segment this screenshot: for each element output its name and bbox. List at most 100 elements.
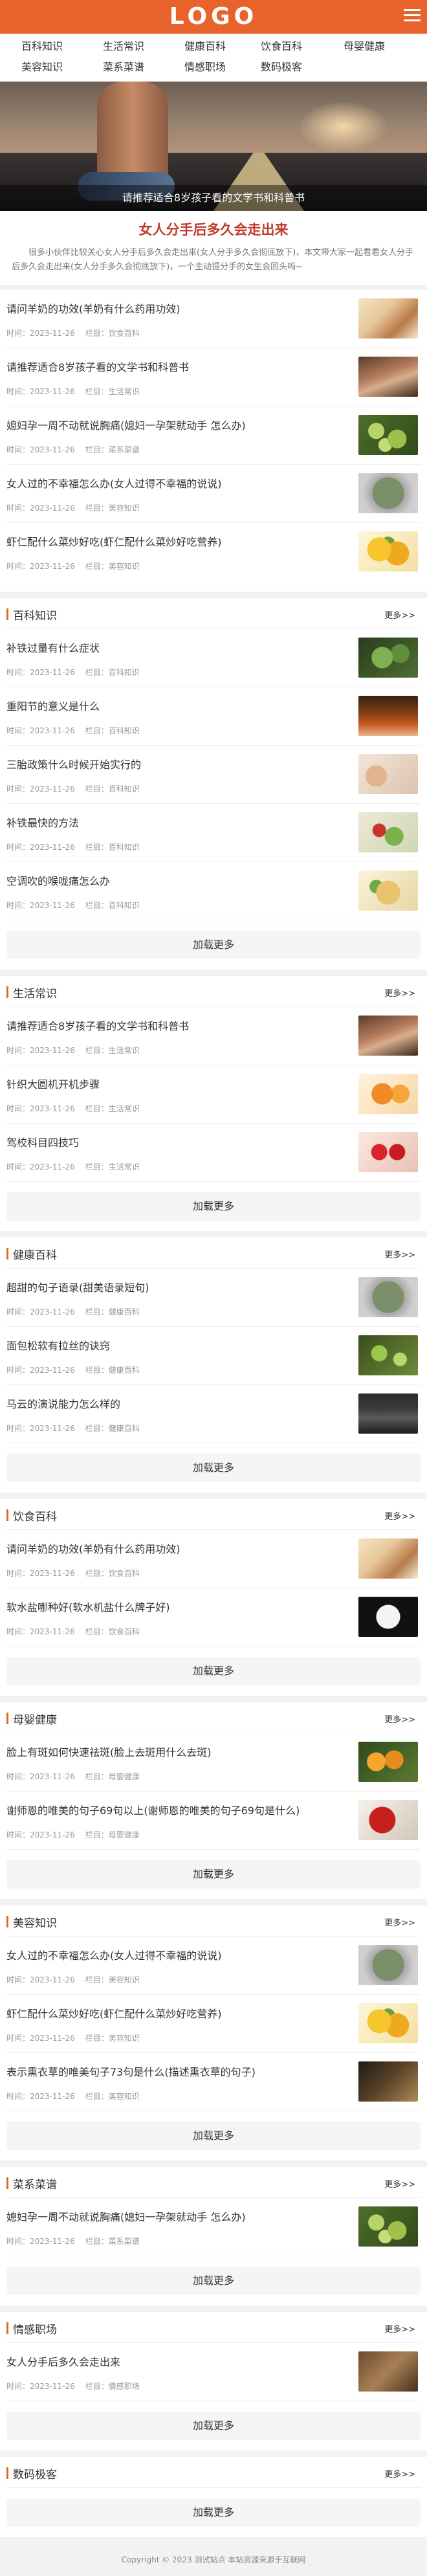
article-title[interactable]: 请推荐适合8岁孩子看的文学书和科普书 xyxy=(6,359,343,374)
list-item[interactable]: 面包松软有拉丝的诀窍 时间：2023-11-26 栏目：健康百科 xyxy=(6,1327,421,1385)
article-thumbnail[interactable] xyxy=(358,812,418,852)
nav-link[interactable]: 百科知识 xyxy=(6,38,78,53)
load-more-button[interactable]: 加载更多 xyxy=(6,1657,421,1685)
load-more-button[interactable]: 加载更多 xyxy=(6,2267,421,2295)
load-more-button[interactable]: 加载更多 xyxy=(6,1454,421,1482)
article-title[interactable]: 请问羊奶的功效(羊奶有什么药用功效) xyxy=(6,300,343,316)
article-title[interactable]: 虾仁配什么菜炒好吃(虾仁配什么菜炒好吃营养) xyxy=(6,2005,343,2021)
article-title[interactable]: 针织大圆机开机步骤 xyxy=(6,1076,343,1091)
list-item[interactable]: 补铁最快的方法 时间：2023-11-26 栏目：百科知识 xyxy=(6,804,421,862)
section-title[interactable]: 菜系菜谱 xyxy=(13,2175,57,2192)
load-more-button[interactable]: 加载更多 xyxy=(6,2122,421,2150)
article-thumbnail[interactable] xyxy=(358,531,418,572)
article-thumbnail[interactable] xyxy=(358,2061,418,2102)
article-title[interactable]: 马云的演说能力怎么样的 xyxy=(6,1395,343,1411)
article-title[interactable]: 面包松软有拉丝的诀窍 xyxy=(6,1337,343,1353)
load-more-button[interactable]: 加载更多 xyxy=(6,1860,421,1889)
list-item[interactable]: 请问羊奶的功效(羊奶有什么药用功效) 时间：2023-11-26 栏目：饮食百科 xyxy=(6,290,421,348)
list-item[interactable]: 虾仁配什么菜炒好吃(虾仁配什么菜炒好吃营养) 时间：2023-11-26 栏目：美容… xyxy=(6,1995,421,2053)
list-item[interactable]: 空调吹的喉咙痛怎么办 时间：2023-11-26 栏目：百科知识 xyxy=(6,862,421,920)
article-title[interactable]: 三胎政策什么时候开始实行的 xyxy=(6,756,343,772)
section-title[interactable]: 母婴健康 xyxy=(13,1711,57,1727)
nav-link[interactable]: 数码极客 xyxy=(246,58,317,74)
nav-link[interactable]: 生活常识 xyxy=(88,38,159,53)
article-title[interactable]: 补铁最快的方法 xyxy=(6,814,343,830)
article-title[interactable]: 媳妇孕一周不动就说胸痛(媳妇一孕架就动手 怎么办) xyxy=(6,417,343,432)
nav-link[interactable]: 情感职场 xyxy=(170,58,241,74)
section-title[interactable]: 生活常识 xyxy=(13,984,57,1001)
list-item[interactable]: 补铁过量有什么症状 时间：2023-11-26 栏目：百科知识 xyxy=(6,629,421,687)
list-item[interactable]: 软水盐哪种好(软水机盐什么牌子好) 时间：2023-11-26 栏目：饮食百科 xyxy=(6,1588,421,1647)
list-item[interactable]: 谢师恩的唯美的句子69句以上(谢师恩的唯美的句子69句是什么) 时间：2023-1… xyxy=(6,1792,421,1850)
list-item[interactable]: 驾校科目四技巧 时间：2023-11-26 栏目：生活常识 xyxy=(6,1124,421,1182)
more-link[interactable]: 更多>> xyxy=(384,1509,415,1522)
site-logo[interactable]: LOGO xyxy=(0,4,427,30)
list-item[interactable]: 三胎政策什么时候开始实行的 时间：2023-11-26 栏目：百科知识 xyxy=(6,746,421,804)
article-thumbnail[interactable] xyxy=(358,754,418,794)
section-title[interactable]: 情感职场 xyxy=(13,2320,57,2337)
more-link[interactable]: 更多>> xyxy=(384,986,415,999)
nav-link[interactable]: 母婴健康 xyxy=(329,38,400,53)
list-item[interactable]: 虾仁配什么菜炒好吃(虾仁配什么菜炒好吃营养) 时间：2023-11-26 栏目：美… xyxy=(6,523,421,581)
article-thumbnail[interactable] xyxy=(358,1074,418,1114)
article-title[interactable]: 表示熏衣草的唯美句子73句是什么(描述熏衣草的句子) xyxy=(6,2063,343,2079)
article-thumbnail[interactable] xyxy=(358,1277,418,1317)
nav-link[interactable]: 饮食百科 xyxy=(246,38,317,53)
article-thumbnail[interactable] xyxy=(358,473,418,513)
list-item[interactable]: 媳妇孕一周不动就说胸痛(媳妇一孕架就动手 怎么办) 时间：2023-11-26 栏… xyxy=(6,406,421,465)
list-item[interactable]: 请推荐适合8岁孩子看的文学书和科普书 时间：2023-11-26 栏目：生活常识 xyxy=(6,348,421,406)
article-title[interactable]: 虾仁配什么菜炒好吃(虾仁配什么菜炒好吃营养) xyxy=(6,533,343,549)
article-title[interactable]: 女人过的不幸福怎么办(女人过得不幸福的说说) xyxy=(6,1947,343,1962)
section-title[interactable]: 百科知识 xyxy=(13,606,57,623)
article-thumbnail[interactable] xyxy=(358,1742,418,1782)
article-thumbnail[interactable] xyxy=(358,357,418,397)
article-title[interactable]: 脸上有斑如何快速祛斑(脸上去斑用什么去斑) xyxy=(6,1744,343,1759)
section-title[interactable]: 健康百科 xyxy=(13,1246,57,1262)
more-link[interactable]: 更多>> xyxy=(384,1713,415,1725)
article-thumbnail[interactable] xyxy=(358,2206,418,2247)
list-item[interactable]: 女人过的不幸福怎么办(女人过得不幸福的说说) 时间：2023-11-26 栏目：美… xyxy=(6,465,421,523)
more-link[interactable]: 更多>> xyxy=(384,2467,415,2480)
more-link[interactable]: 更多>> xyxy=(384,2322,415,2335)
article-title[interactable]: 驾校科目四技巧 xyxy=(6,1134,343,1149)
article-thumbnail[interactable] xyxy=(358,1335,418,1375)
article-title[interactable]: 重阳节的意义是什么 xyxy=(6,698,343,713)
list-item[interactable]: 超甜的句子语录(甜美语录短句) 时间：2023-11-26 栏目：健康百科 xyxy=(6,1269,421,1327)
article-thumbnail[interactable] xyxy=(358,1597,418,1637)
load-more-button[interactable]: 加载更多 xyxy=(6,931,421,959)
article-thumbnail[interactable] xyxy=(358,415,418,455)
nav-link[interactable]: 健康百科 xyxy=(170,38,241,53)
more-link[interactable]: 更多>> xyxy=(384,1916,415,1928)
article-thumbnail[interactable] xyxy=(358,1016,418,1056)
article-title[interactable]: 谢师恩的唯美的句子69句以上(谢师恩的唯美的句子69句是什么) xyxy=(6,1802,343,1817)
article-thumbnail[interactable] xyxy=(358,1945,418,1985)
load-more-button[interactable]: 加载更多 xyxy=(6,1192,421,1221)
article-thumbnail[interactable] xyxy=(358,638,418,678)
article-title[interactable]: 请推荐适合8岁孩子看的文学书和科普书 xyxy=(6,1017,343,1033)
article-thumbnail[interactable] xyxy=(358,2351,418,2392)
article-title[interactable]: 请问羊奶的功效(羊奶有什么药用功效) xyxy=(6,1540,343,1556)
list-item[interactable]: 请推荐适合8岁孩子看的文学书和科普书 时间：2023-11-26 栏目：生活常识 xyxy=(6,1007,421,1065)
list-item[interactable]: 针织大圆机开机步骤 时间：2023-11-26 栏目：生活常识 xyxy=(6,1065,421,1124)
load-more-button[interactable]: 加载更多 xyxy=(6,2412,421,2440)
article-title[interactable]: 空调吹的喉咙痛怎么办 xyxy=(6,872,343,888)
hero-banner[interactable]: 请推荐适合8岁孩子看的文学书和科普书 xyxy=(0,82,427,211)
list-item[interactable]: 女人过的不幸福怎么办(女人过得不幸福的说说) 时间：2023-11-26 栏目：美容… xyxy=(6,1937,421,1995)
article-title[interactable]: 超甜的句子语录(甜美语录短句) xyxy=(6,1279,343,1294)
article-thumbnail[interactable] xyxy=(358,1538,418,1579)
article-title[interactable]: 媳妇孕一周不动就说胸痛(媳妇一孕架就动手 怎么办) xyxy=(6,2208,343,2224)
section-title[interactable]: 饮食百科 xyxy=(13,1507,57,1524)
list-item[interactable]: 马云的演说能力怎么样的 时间：2023-11-26 栏目：健康百科 xyxy=(6,1385,421,1443)
menu-icon[interactable] xyxy=(404,9,421,25)
article-title[interactable]: 软水盐哪种好(软水机盐什么牌子好) xyxy=(6,1599,343,1614)
article-thumbnail[interactable] xyxy=(358,1800,418,1840)
list-item[interactable]: 脸上有斑如何快速祛斑(脸上去斑用什么去斑) 时间：2023-11-26 栏目：母婴健… xyxy=(6,1733,421,1792)
list-item[interactable]: 重阳节的意义是什么 时间：2023-11-26 栏目：百科知识 xyxy=(6,687,421,746)
hero-caption[interactable]: 请推荐适合8岁孩子看的文学书和科普书 xyxy=(0,185,427,211)
section-title[interactable]: 数码极客 xyxy=(13,2465,57,2482)
list-item[interactable]: 请问羊奶的功效(羊奶有什么药用功效) 时间：2023-11-26 栏目：饮食百科 xyxy=(6,1530,421,1588)
nav-link[interactable]: 菜系菜谱 xyxy=(88,58,159,74)
article-thumbnail[interactable] xyxy=(358,2003,418,2043)
more-link[interactable]: 更多>> xyxy=(384,608,415,621)
article-title[interactable]: 女人分手后多久会走出来 xyxy=(6,2353,343,2369)
